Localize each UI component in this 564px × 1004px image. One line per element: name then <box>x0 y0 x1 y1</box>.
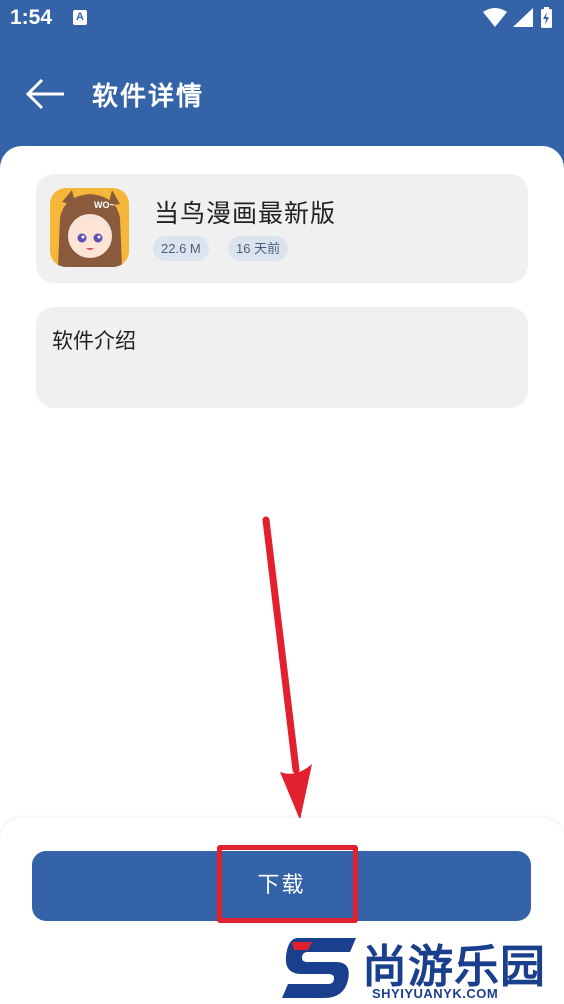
app-icon: WO~ <box>50 188 129 267</box>
watermark-url: SHYIYUANYK.COM <box>372 986 499 1001</box>
watermark-logo-icon <box>282 938 356 998</box>
intro-label: 软件介绍 <box>52 329 136 353</box>
signal-icon <box>513 8 533 27</box>
status-bar: 1:54 A <box>0 0 564 38</box>
notification-icon: A <box>73 10 87 25</box>
app-name: 当鸟漫画最新版 <box>154 199 337 228</box>
watermark: 尚游乐园 SHYIYUANYK.COM <box>278 930 564 1004</box>
app-info-card: WO~ 当鸟漫画最新版 22.6 M 16 天前 <box>36 174 528 283</box>
intro-card: 软件介绍 <box>36 307 528 408</box>
updated-badge: 16 天前 <box>228 236 289 261</box>
app-icon-badge: WO~ <box>94 200 115 210</box>
wifi-icon <box>483 8 507 27</box>
size-badge: 22.6 M <box>153 236 209 261</box>
page-title: 软件详情 <box>92 82 205 112</box>
system-icons <box>483 7 552 28</box>
download-button[interactable]: 下载 <box>32 851 531 921</box>
download-label: 下载 <box>257 873 306 898</box>
app-bar: 软件详情 <box>0 38 564 146</box>
status-time: 1:54 <box>10 6 53 29</box>
arrow-left-icon[interactable] <box>22 74 68 114</box>
